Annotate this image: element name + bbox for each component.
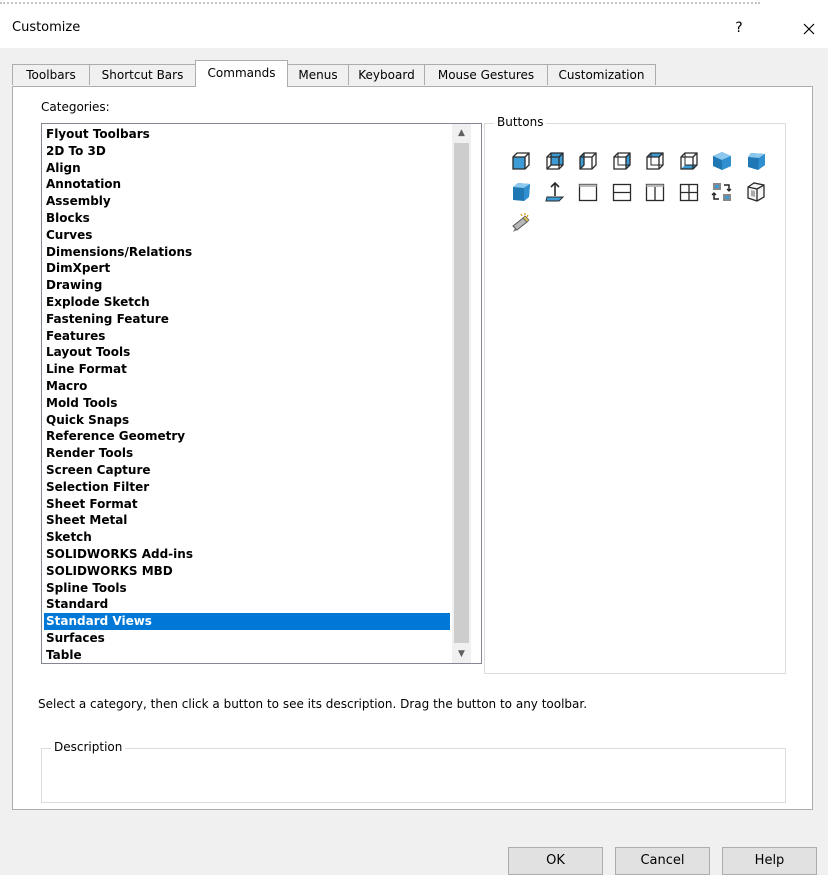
tab-shortcut-bars[interactable]: Shortcut Bars bbox=[89, 64, 196, 85]
title-bar: Customize ? bbox=[0, 10, 828, 48]
category-item[interactable]: Sheet Metal bbox=[44, 512, 450, 529]
category-item[interactable]: Features bbox=[44, 328, 450, 345]
front-view-icon[interactable] bbox=[510, 150, 532, 172]
isometric-view-icon[interactable] bbox=[711, 150, 733, 172]
bottom-view-icon[interactable] bbox=[678, 150, 700, 172]
scroll-thumb[interactable] bbox=[454, 143, 469, 643]
trimetric-view-icon[interactable] bbox=[745, 150, 767, 172]
category-item[interactable]: Annotation bbox=[44, 176, 450, 193]
two-view-vertical-icon[interactable] bbox=[644, 181, 666, 203]
category-item[interactable]: Selection Filter bbox=[44, 479, 450, 496]
category-item[interactable]: Blocks bbox=[44, 210, 450, 227]
instruction-text: Select a category, then click a button t… bbox=[38, 697, 588, 711]
category-item[interactable]: Fastening Feature bbox=[44, 311, 450, 328]
categories-list-items: Flyout Toolbars 2D To 3D Align Annotation As… bbox=[44, 126, 450, 664]
tab-mouse-gestures[interactable]: Mouse Gestures bbox=[424, 64, 548, 85]
top-view-icon[interactable] bbox=[644, 150, 666, 172]
category-item[interactable]: Table bbox=[44, 647, 450, 664]
scroll-down-icon[interactable]: ▼ bbox=[452, 645, 471, 663]
back-view-icon[interactable] bbox=[544, 150, 566, 172]
categories-listbox[interactable]: Flyout Toolbars 2D To 3D Align Annotation As… bbox=[41, 123, 482, 664]
normal-to-icon[interactable] bbox=[544, 181, 566, 203]
category-item[interactable]: Line Format bbox=[44, 361, 450, 378]
3d-drawing-view-icon[interactable] bbox=[745, 181, 767, 203]
category-item[interactable]: Standard Views bbox=[44, 613, 450, 630]
category-item[interactable]: Flyout Toolbars bbox=[44, 126, 450, 143]
ok-button[interactable]: OK bbox=[508, 847, 603, 875]
category-item[interactable]: Drawing bbox=[44, 277, 450, 294]
category-item[interactable]: Explode Sketch bbox=[44, 294, 450, 311]
category-item[interactable]: DimXpert bbox=[44, 260, 450, 277]
description-group-label: Description bbox=[51, 740, 126, 754]
categories-scrollbar[interactable]: ▲ ▼ bbox=[452, 124, 471, 663]
category-item[interactable]: Dimensions/Relations bbox=[44, 244, 450, 261]
two-view-horizontal-icon[interactable] bbox=[611, 181, 633, 203]
category-item[interactable]: Macro bbox=[44, 378, 450, 395]
single-view-icon[interactable] bbox=[577, 181, 599, 203]
cancel-button[interactable]: Cancel bbox=[615, 847, 710, 875]
category-item[interactable]: Render Tools bbox=[44, 445, 450, 462]
close-icon bbox=[803, 23, 815, 35]
close-button[interactable] bbox=[790, 16, 828, 44]
description-groupbox: Description bbox=[41, 740, 786, 803]
help-icon[interactable]: ? bbox=[728, 20, 750, 40]
four-view-icon[interactable] bbox=[678, 181, 700, 203]
category-item[interactable]: Standard bbox=[44, 596, 450, 613]
category-item[interactable]: Reference Geometry bbox=[44, 428, 450, 445]
link-views-icon[interactable] bbox=[711, 181, 733, 203]
buttons-groupbox: Buttons bbox=[484, 115, 786, 674]
categories-label: Categories: bbox=[41, 100, 110, 114]
category-item[interactable]: SOLIDWORKS MBD bbox=[44, 563, 450, 580]
category-item[interactable]: SOLIDWORKS Add-ins bbox=[44, 546, 450, 563]
dialog-title: Customize bbox=[12, 20, 81, 35]
category-item[interactable]: Screen Capture bbox=[44, 462, 450, 479]
scroll-up-icon[interactable]: ▲ bbox=[452, 124, 471, 142]
category-item[interactable]: Quick Snaps bbox=[44, 412, 450, 429]
tab-menus[interactable]: Menus bbox=[287, 64, 349, 85]
category-item[interactable]: Spline Tools bbox=[44, 580, 450, 597]
category-item[interactable]: 2D To 3D bbox=[44, 143, 450, 160]
help-button[interactable]: Help bbox=[722, 847, 817, 875]
buttons-group-label: Buttons bbox=[494, 115, 547, 129]
tab-keyboard[interactable]: Keyboard bbox=[348, 64, 425, 85]
category-item[interactable]: Mold Tools bbox=[44, 395, 450, 412]
tab-customization[interactable]: Customization bbox=[547, 64, 656, 85]
tab-commands[interactable]: Commands bbox=[195, 60, 288, 87]
category-item[interactable]: Surfaces bbox=[44, 630, 450, 647]
category-item[interactable]: Sheet Format bbox=[44, 496, 450, 513]
category-item[interactable]: Sketch bbox=[44, 529, 450, 546]
right-view-icon[interactable] bbox=[611, 150, 633, 172]
category-item[interactable]: Curves bbox=[44, 227, 450, 244]
tab-toolbars[interactable]: Toolbars bbox=[12, 64, 90, 85]
dimetric-view-icon[interactable] bbox=[510, 181, 532, 203]
category-item[interactable]: Layout Tools bbox=[44, 344, 450, 361]
category-item[interactable]: Align bbox=[44, 160, 450, 177]
left-view-icon[interactable] bbox=[577, 150, 599, 172]
category-item[interactable]: Assembly bbox=[44, 193, 450, 210]
view-selector-icon[interactable] bbox=[510, 212, 532, 234]
